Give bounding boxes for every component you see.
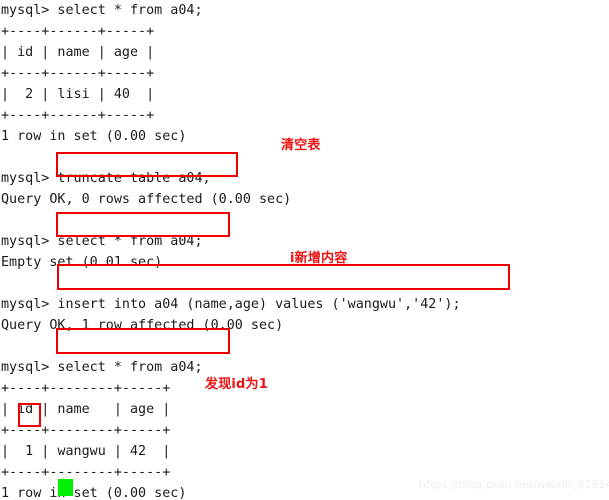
terminal-line: Query OK, 0 rows affected (0.00 sec)	[1, 192, 292, 207]
terminal-cursor	[58, 479, 73, 496]
terminal-line: +----+--------+-----+	[1, 381, 171, 396]
terminal-line: | 1 | wangwu | 42 |	[1, 444, 171, 459]
terminal-line: +----+------+-----+	[1, 108, 155, 123]
terminal-line: +----+--------+-----+	[1, 423, 171, 438]
terminal-line: mysql> truncate table a04;	[1, 171, 211, 186]
terminal-line: mysql> select * from a04;	[1, 3, 203, 18]
annotation-found-id: 发现id为1	[205, 377, 269, 392]
terminal-screenshot: mysql> select * from a04; +----+------+-…	[0, 0, 609, 500]
annotation-clear-table: 清空表	[281, 138, 321, 153]
terminal-line: +----+------+-----+	[1, 24, 155, 39]
terminal-line: | 2 | lisi | 40 |	[1, 87, 155, 102]
terminal-line: mysql> select * from a04;	[1, 360, 203, 375]
terminal-line: | id | name | age |	[1, 402, 171, 417]
terminal-line: +----+------+-----+	[1, 66, 155, 81]
terminal-line: | id | name | age |	[1, 45, 155, 60]
terminal-line: mysql> insert into a04 (name,age) values…	[1, 297, 461, 312]
terminal-line: Query OK, 1 row affected (0.00 sec)	[1, 318, 284, 333]
watermark-url: https://blog.csdn.net/weixin_51614581	[419, 478, 609, 491]
annotation-insert-content: i新增内容	[290, 251, 348, 266]
